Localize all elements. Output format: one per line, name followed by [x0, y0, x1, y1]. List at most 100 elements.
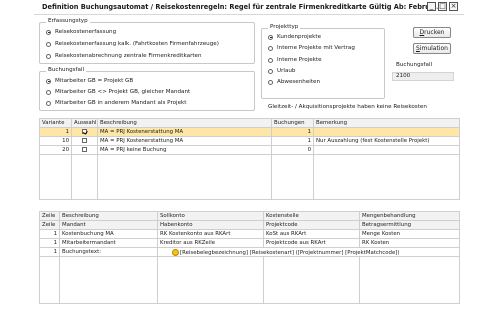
button-label: imulation: [419, 45, 448, 52]
zeile-cell: 1: [39, 247, 60, 257]
radio-button-icon[interactable]: [46, 89, 51, 95]
column-header[interactable]: Variante: [39, 118, 72, 128]
radio-label: Interne Projekte: [277, 57, 322, 63]
empty-cell: [39, 154, 72, 200]
erfassungstyp-label: Erfassungstyp: [46, 18, 90, 24]
radio-label: Mitarbeiter GB <> Projekt GB, gleicher M…: [55, 89, 191, 95]
radio-button-icon[interactable]: [46, 41, 51, 47]
column-header[interactable]: Auswahl: [71, 118, 98, 128]
radio-button-icon[interactable]: [268, 68, 273, 74]
radio-erfassung-2[interactable]: Reisekostenabrechnung zentrale Firmenkre…: [46, 52, 202, 60]
column-header[interactable]: Zeile: [39, 220, 60, 230]
buchungsfall-group: Buchungsfall Mitarbeiter GB = Projekt GB…: [39, 67, 255, 111]
empty-cell: [157, 256, 264, 304]
zeile-cell: 1: [39, 229, 60, 239]
radio-label: Reisekostenerfassung kalk. (Fahrtkosten …: [55, 41, 219, 47]
radio-label: Reisekostenabrechnung zentrale Firmenkre…: [55, 53, 202, 59]
kostenstelle-cell: KoSt aus RKArt: [263, 229, 360, 239]
table-header-row: Variante Auswahl Beschreibung Buchungen …: [39, 118, 460, 128]
column-header[interactable]: Beschreibung: [59, 211, 158, 221]
buchungsfall-field[interactable]: 2100: [392, 72, 454, 81]
radio-erfassung-0[interactable]: Reisekostenerfassung: [46, 28, 116, 36]
radio-projekttyp-4[interactable]: Abwesenheiten: [268, 78, 320, 86]
auswahl-cell[interactable]: [71, 145, 98, 155]
radio-button-icon[interactable]: [268, 34, 273, 40]
empty-cell: [97, 154, 272, 200]
buchungsfall-label: Buchungsfall: [46, 67, 87, 73]
table-header-row: Zeile Beschreibung Sollkonto Kostenstell…: [39, 211, 460, 221]
radio-projekttyp-0[interactable]: Kundenprojekte: [268, 33, 321, 41]
radio-label: Kundenprojekte: [277, 34, 322, 40]
radio-button-icon[interactable]: [46, 29, 51, 35]
radio-buchungsfall-0[interactable]: Mitarbeiter GB = Projekt GB: [46, 77, 133, 85]
buchungstext-label: Buchungstext:: [59, 247, 158, 257]
table-row[interactable]: 1 Mitarbeitermandant Kreditor aus RKZeil…: [39, 238, 460, 248]
buchungsfall-field-label: Buchungsfall: [396, 62, 433, 68]
radio-button-icon[interactable]: [268, 45, 273, 51]
column-header[interactable]: Mandant: [59, 220, 158, 230]
radio-buchungsfall-2[interactable]: Mitarbeiter GB in anderem Mandant als Pr…: [46, 99, 186, 107]
beschreibung-cell: MA = PRJ keine Buchung: [97, 145, 272, 155]
radio-erfassung-1[interactable]: Reisekostenerfassung kalk. (Fahrtkosten …: [46, 40, 219, 48]
radio-projekttyp-1[interactable]: Interne Projekte mit Vertrag: [268, 44, 355, 52]
column-header[interactable]: Bemerkung: [313, 118, 460, 128]
column-header[interactable]: Betragsermittlung: [359, 220, 460, 230]
title-bar: Definition Buchungsautomat / Reisekosten…: [34, 0, 464, 15]
table-row[interactable]: 1 Kostenbuchung MA RK Kostenkonto aus RK…: [39, 229, 460, 239]
habenkonto-cell: Kreditor aus RKZeile: [157, 238, 264, 248]
drucken-button[interactable]: Drucken: [413, 27, 451, 38]
column-header[interactable]: Kostenstelle: [263, 211, 360, 221]
variante-cell: 20: [39, 145, 72, 155]
sollkonto-cell: RK Kostenkonto aus RKArt: [157, 229, 264, 239]
bemerkung-cell: Nur Auszahlung (fest Kostenstelle Projek…: [313, 136, 460, 146]
maximize-button[interactable]: □: [438, 2, 447, 11]
radio-button-icon[interactable]: [46, 53, 51, 59]
empty-cell: [59, 256, 158, 304]
table-row[interactable]: 1 Buchungstext: [Reisebelegbezeichnung] …: [39, 247, 460, 257]
column-header[interactable]: Zeile: [39, 211, 60, 221]
empty-row: [39, 154, 460, 200]
auswahl-cell[interactable]: [71, 136, 98, 146]
variante-cell: 10: [39, 136, 72, 146]
column-header[interactable]: Buchungen: [271, 118, 314, 128]
table-row[interactable]: 1 MA = PRJ Kostenerstattung MA 1: [39, 127, 460, 137]
radio-button-icon[interactable]: [46, 100, 51, 106]
radio-button-icon[interactable]: [268, 79, 273, 85]
simulation-button[interactable]: Simulation: [413, 43, 451, 54]
column-header[interactable]: Mengenbehandlung: [359, 211, 460, 221]
table-row[interactable]: 20 MA = PRJ keine Buchung 0: [39, 145, 460, 155]
auswahl-cell[interactable]: [71, 127, 98, 137]
dialog-window: Definition Buchungsautomat / Reisekosten…: [34, 0, 464, 332]
column-header[interactable]: Beschreibung: [97, 118, 272, 128]
table-header-row: Zeile Mandant Habenkonto Projektcode Bet…: [39, 220, 460, 230]
table-row[interactable]: 10 MA = PRJ Kostenerstattung MA 1 Nur Au…: [39, 136, 460, 146]
radio-button-icon[interactable]: [268, 57, 273, 63]
beschreibung-cell: MA = PRJ Kostenerstattung MA: [97, 136, 272, 146]
hint-text: Gleitzeit- / Akquisitionsprojekte haben …: [268, 104, 427, 110]
checkbox-icon[interactable]: [82, 138, 87, 143]
projekttyp-label: Projekttyp: [268, 24, 301, 30]
projekttyp-group: Projekttyp Kundenprojekte Interne Projek…: [261, 24, 385, 99]
column-header[interactable]: Habenkonto: [157, 220, 264, 230]
radio-projekttyp-3[interactable]: Urlaub: [268, 67, 295, 75]
radio-label: Mitarbeiter GB in anderem Mandant als Pr…: [55, 100, 187, 106]
radio-button-icon[interactable]: [46, 78, 51, 84]
radio-projekttyp-2[interactable]: Interne Projekte: [268, 56, 322, 64]
window-title: Definition Buchungsautomat / Reisekosten…: [42, 3, 442, 11]
checkbox-icon[interactable]: [82, 147, 87, 152]
buchungstext-cell[interactable]: [Reisebelegbezeichnung] [Reisekostenart]…: [157, 247, 460, 257]
empty-cell: [359, 256, 460, 304]
radio-buchungsfall-1[interactable]: Mitarbeiter GB <> Projekt GB, gleicher M…: [46, 88, 190, 96]
variants-table: Variante Auswahl Beschreibung Buchungen …: [39, 118, 460, 200]
empty-cell: [271, 154, 314, 200]
betragsermittlung-cell: RK Kosten: [359, 238, 460, 248]
close-button[interactable]: ×: [449, 2, 458, 11]
column-header[interactable]: Projektcode: [263, 220, 360, 230]
lightbulb-icon[interactable]: [172, 248, 179, 256]
column-header[interactable]: Sollkonto: [157, 211, 264, 221]
beschreibung-cell: MA = PRJ Kostenerstattung MA: [97, 127, 272, 137]
empty-row: [39, 256, 460, 304]
minimize-button[interactable]: _: [427, 2, 436, 11]
checkbox-checked-icon[interactable]: [82, 129, 87, 134]
empty-cell: [71, 154, 98, 200]
